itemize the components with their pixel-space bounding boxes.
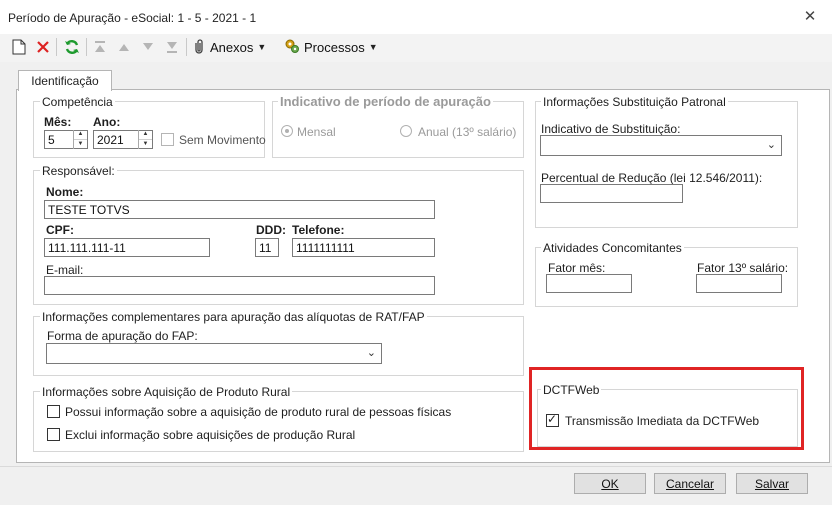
ddd-field[interactable]: 11 [255, 238, 279, 257]
produto-rural-group [33, 391, 524, 452]
mes-label: Mês: [44, 115, 72, 129]
toolbar: Anexos ▼ Processos ▼ [0, 34, 832, 62]
window-title: Período de Apuração - eSocial: 1 - 5 - 2… [8, 11, 257, 25]
substituicao-group [535, 101, 798, 228]
highlight-box [529, 367, 804, 450]
sem-movimento-checkbox[interactable] [161, 133, 174, 146]
delete-icon[interactable] [34, 36, 52, 58]
percentual-field[interactable] [540, 184, 683, 203]
last-record-icon[interactable] [162, 36, 182, 58]
responsavel-label: Responsável: [40, 164, 117, 178]
fator-mes-field[interactable] [546, 274, 632, 293]
tab-identificacao[interactable]: Identificação [18, 70, 112, 91]
mes-field[interactable]: 5 ▲ ▼ [44, 130, 88, 149]
competencia-label: Competência [40, 95, 115, 109]
ok-button[interactable]: OK [574, 473, 646, 494]
indicativo-label: Indicativo de período de apuração [278, 94, 493, 109]
ano-stepper[interactable]: ▲ ▼ [138, 130, 152, 149]
new-document-icon[interactable] [10, 36, 28, 58]
ano-field[interactable]: 2021 ▲ ▼ [93, 130, 153, 149]
chevron-down-icon: ▼ [368, 42, 378, 52]
indicativo-substituicao-label: Indicativo de Substituição: [541, 122, 681, 136]
fator-13-field[interactable] [696, 274, 782, 293]
email-label: E-mail: [46, 263, 84, 277]
close-icon[interactable]: ✕ [798, 6, 822, 28]
exclui-rural-checkbox[interactable] [47, 428, 60, 441]
rat-fap-label: Informações complementares para apuração… [40, 310, 427, 324]
indicativo-substituicao-select[interactable]: ⌄ [540, 135, 782, 156]
email-field[interactable] [44, 276, 435, 295]
paperclip-icon [192, 38, 206, 57]
sem-movimento-label: Sem Movimento [179, 133, 266, 147]
mensal-radio[interactable] [281, 125, 293, 137]
anual-radio[interactable] [400, 125, 412, 137]
ddd-label: DDD: [256, 223, 286, 237]
aquisicao-pf-label: Possui informação sobre a aquisição de p… [65, 405, 452, 419]
anexos-label: Anexos [210, 39, 254, 55]
fator-13-label: Fator 13º salário: [697, 261, 789, 275]
produto-rural-label: Informações sobre Aquisição de Produto R… [40, 385, 293, 399]
nome-label: Nome: [46, 185, 84, 199]
fator-mes-label: Fator mês: [548, 261, 606, 275]
divider [0, 466, 832, 467]
forma-fap-label: Forma de apuração do FAP: [47, 329, 198, 343]
gears-icon [284, 38, 300, 57]
chevron-down-icon: ⌄ [766, 139, 776, 151]
anual-label: Anual (13º salário) [418, 125, 517, 139]
telefone-label: Telefone: [292, 223, 345, 237]
substituicao-label: Informações Substituição Patronal [541, 95, 728, 109]
processos-label: Processos [304, 39, 365, 55]
anexos-menu[interactable]: Anexos ▼ [192, 36, 278, 58]
percentual-label: Percentual de Redução (lei 12.546/2011): [541, 171, 763, 185]
chevron-down-icon: ⌄ [366, 347, 376, 359]
previous-record-icon[interactable] [114, 36, 134, 58]
processos-menu[interactable]: Processos ▼ [284, 36, 384, 58]
first-record-icon[interactable] [90, 36, 110, 58]
atividades-label: Atividades Concomitantes [541, 241, 684, 255]
mes-stepper[interactable]: ▲ ▼ [73, 130, 87, 149]
ano-label: Ano: [93, 115, 121, 129]
chevron-down-icon: ▼ [257, 42, 267, 52]
cpf-label: CPF: [46, 223, 74, 237]
forma-fap-select[interactable]: ⌄ [46, 343, 382, 364]
aquisicao-pf-checkbox[interactable] [47, 405, 60, 418]
refresh-icon[interactable] [62, 36, 82, 58]
cpf-field[interactable]: 111.111.111-11 [44, 238, 210, 257]
nome-field[interactable]: TESTE TOTVS [44, 200, 435, 219]
mensal-label: Mensal [297, 125, 336, 139]
cancelar-button[interactable]: Cancelar [654, 473, 726, 494]
telefone-field[interactable]: 1111111111 [292, 238, 435, 257]
next-record-icon[interactable] [138, 36, 158, 58]
exclui-rural-label: Exclui informação sobre aquisições de pr… [65, 428, 356, 442]
salvar-button[interactable]: Salvar [736, 473, 808, 494]
